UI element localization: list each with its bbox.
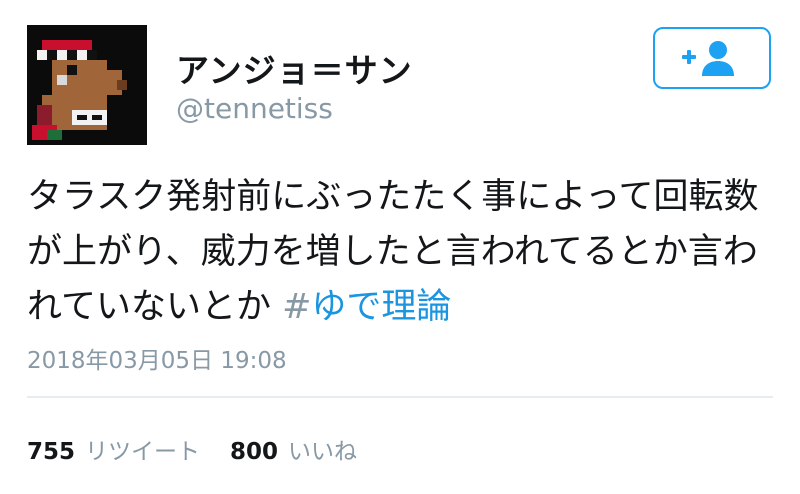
like-count[interactable]: 800 [230,439,278,465]
follow-button[interactable] [653,27,771,89]
hashtag-sign[interactable]: # [282,287,311,327]
tweet-text: タラスク発射前にぶったたく事によって回転数が上がり、威力を増したと言われてるとか… [27,170,775,335]
retweet-count[interactable]: 755 [27,439,75,465]
user-handle[interactable]: @tennetiss [176,92,333,125]
hashtag-link[interactable]: ゆで理論 [311,287,451,327]
divider [27,396,773,398]
tweet-stats: 755 リツイート 800 いいね [27,432,357,466]
like-label[interactable]: いいね [288,432,357,466]
pixel-art-avatar-icon [27,25,147,145]
avatar[interactable] [27,25,147,145]
tweet-timestamp[interactable]: 2018年03月05日 19:08 [27,341,287,375]
add-user-icon [682,41,734,76]
retweet-label[interactable]: リツイート [85,432,200,466]
display-name[interactable]: アンジョ＝サン [176,44,413,92]
